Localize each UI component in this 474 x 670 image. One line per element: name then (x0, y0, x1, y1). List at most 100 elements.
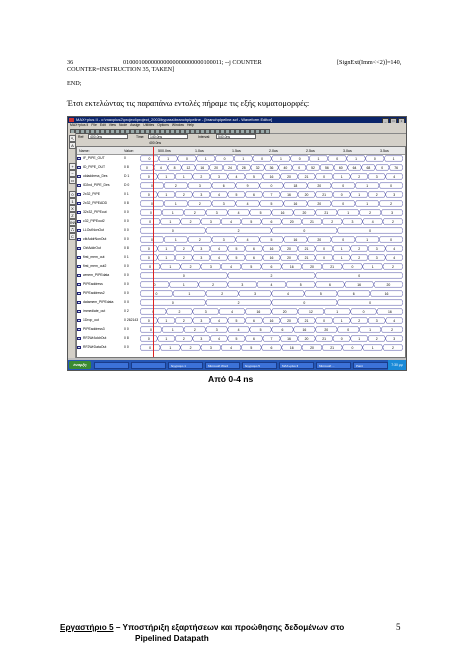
signal-row[interactable]: PIPEaddress3 0 0 0 1 2 3 4 5 6 16 20 0 1 2 (77, 326, 405, 333)
count-icon[interactable]: C (69, 233, 76, 240)
text-tool-icon[interactable]: A (69, 142, 76, 149)
taskbar-task[interactable]: Έγγραφο 5 (242, 361, 277, 369)
signal-row[interactable]: immediate_out0 202341620121016 (77, 308, 405, 315)
signal-row[interactable]: RF2WrAddrOut 0 8 0 1 2 3 4 5 6 7 16 20 21 0 1 2 3 (77, 335, 405, 342)
signal-row[interactable]: oldaddress_Des D 1 0 1 1 2 3 4 5 16 20 21 0 1 2 3 4 (77, 173, 405, 180)
bus-value-label: 6 (271, 220, 273, 224)
bus-value-label: 20 (283, 310, 287, 314)
signal-row[interactable]: first_mem_out 0 1 0 1 2 3 4 5 6 16 20 21 0 1 2 3 4 (77, 254, 405, 261)
code-end: END; (67, 79, 82, 87)
signal-row[interactable]: ID2nd_PIPE_Des D 0 0 2 3 6 9 0 18 20 0 1 0 (77, 182, 405, 189)
bus-value-label: 2 (194, 211, 196, 215)
bus-value-label: 0 (149, 346, 151, 350)
signal-row[interactable]: LLOutNonOut 0 0 0 2 0 0 (77, 227, 405, 234)
signal-row[interactable]: c32_PIPEout2 0 0 0 1 2 3 4 5 6 20 21 2 3 4 2 (77, 218, 405, 225)
zoom-out-icon[interactable]: − (69, 170, 76, 177)
signal-row[interactable]: 1Drop_out 0 262143 0 1 2 3 4 5 6 16 20 21 0 1 2 3 4 (77, 317, 405, 324)
signal-row[interactable]: PIPEaddress 0 0 0 1 2 3 4 5 6 16 20 (77, 281, 405, 288)
taskbar-task[interactable] (94, 361, 129, 369)
bus-value-label: 1 (175, 202, 177, 206)
bus-value-label: 21 (322, 193, 326, 197)
signal-row[interactable]: 32x32_PIPEout 0 0 0 1 2 3 4 5 16 20 21 1 2 3 (77, 209, 405, 216)
signal-value: 0 262143 (124, 318, 138, 322)
bus-value-label: 0 (351, 265, 353, 269)
window-title: MAX+plus II - c:\maxplus2\project\projec… (76, 117, 273, 122)
bus-value-label: 0 (154, 283, 156, 287)
reference-cursor-line[interactable] (153, 147, 154, 357)
bus-value-label: 5 (235, 247, 237, 251)
taskbar-task[interactable]: Microsoft ... (316, 361, 351, 369)
bus-value-label: 6 (253, 337, 255, 341)
taskbar-task[interactable] (131, 361, 166, 369)
bus-value-label: 20 (287, 319, 291, 323)
waveform-header: Name: Value: 500.0ns 1.0us 1.5us 2.0us 2.5us… (77, 147, 405, 155)
pointer-tool-icon[interactable]: ↖ (69, 135, 76, 142)
signal-value: 0 0 (124, 327, 129, 331)
undefined-icon[interactable]: X (69, 205, 76, 212)
ref-field[interactable]: 400.0ns (88, 134, 128, 139)
signal-waveform: 0 1 2 3 4 5 6 16 20 21 0 1 2 3 4 (140, 245, 403, 252)
time-field[interactable]: 140.0ns (148, 134, 188, 139)
time-tick: 2.5us (306, 148, 315, 153)
signal-row[interactable]: IF_PIPE_OUT 0 0 1 0 1 0 1 0 1 0 1 0 1 0 1 (77, 155, 405, 162)
bus-value-label: 16 (287, 193, 291, 197)
high-icon[interactable]: 1 (69, 198, 76, 205)
bus-value-label: 0 (323, 247, 325, 251)
signal-row[interactable]: first_mem_out2 0 0 0 1 2 3 4 5 6 16 20 21 0 1 2 (77, 263, 405, 270)
signal-name: LLOutNonOut (83, 228, 104, 232)
clock-icon[interactable]: ⎍ (69, 226, 76, 233)
bus-node-icon (77, 337, 81, 340)
signal-waveform: 0 1 1 2 3 4 5 16 20 21 0 1 2 3 4 (140, 173, 403, 180)
signal-name: RF2WrAddrOut (83, 336, 107, 340)
highz-icon[interactable]: Z (69, 212, 76, 219)
bus-value-label: 2 (391, 328, 393, 332)
bus-value-label: 6 (253, 247, 255, 251)
bus-value-label: 20 (302, 211, 306, 215)
signal-row[interactable]: ctlrAddrNonOut 0 0 0 1 2 3 4 5 16 20 0 1 0 (77, 236, 405, 243)
interval-field[interactable]: 540.0ns (216, 134, 256, 139)
bus-value-label: 5 (253, 175, 255, 179)
bus-value-label: 16 (290, 265, 294, 269)
taskbar-task[interactable]: MAX+plus II (279, 361, 314, 369)
bus-value-label: 3 (393, 193, 395, 197)
bus-value-label: 1 (372, 265, 374, 269)
bus-value-label: 6 (253, 256, 255, 260)
reference-row: Ref: 400.0ns Time: 140.0ns Interval: 540… (76, 134, 406, 146)
bus-value-label: 56 (325, 166, 329, 170)
bus-value-label: 0 (172, 229, 174, 233)
signal-value: 0 8 (124, 246, 129, 250)
bus-value-label: 4 (238, 211, 240, 215)
signal-row[interactable]: PIPEaddress2 0 0 0 1 2 3 4 5 6 16 (77, 290, 405, 297)
bus-value-label: 1 (336, 310, 338, 314)
start-button[interactable]: έναρξη (69, 361, 91, 369)
signal-name: ID2nd_PIPE_Des (83, 183, 110, 187)
signal-row[interactable]: ID_PIPE_OUT 0 8 0 4 8 12 16 20 24 28 32 36 40 0 52 56 60… (77, 164, 405, 171)
bus-value-label: 1 (165, 256, 167, 260)
low-icon[interactable]: 0 (69, 191, 76, 198)
bus-node-icon (77, 175, 81, 178)
taskbar-task[interactable]: Paint (353, 361, 388, 369)
bus-value-label: 5 (235, 319, 237, 323)
signal-row[interactable]: CtrlAddrOut 0 8 0 1 2 3 4 5 6 16 20 21 0 1 2 3 4 (77, 245, 405, 252)
bus-value-label: 0 (150, 328, 152, 332)
bus-value-label: 6 (223, 184, 225, 188)
signal-name: PIPEaddress3 (83, 327, 105, 331)
invert-icon[interactable]: INV (69, 219, 77, 226)
signal-row[interactable]: 2x32_PIPEADD 0 8 0 1 2 3 4 5 16 20 0 1 2 (77, 200, 405, 207)
bus-value-label: 2 (392, 265, 394, 269)
waveform-area[interactable]: Name: Value: 500.0ns 1.0us 1.5us 2.0us 2.5us… (76, 146, 406, 358)
time-tick: 2.0us (269, 148, 278, 153)
zoom-in-icon[interactable]: + (69, 163, 76, 170)
signal-name: ID_PIPE_OUT (83, 165, 106, 169)
bus-value-label: 20 (305, 193, 309, 197)
bus-value-label: 5 (271, 238, 273, 242)
taskbar-task[interactable]: Έγγραφο 1 (168, 361, 203, 369)
taskbar-task[interactable]: Microsoft Word (205, 361, 240, 369)
bus-value-label: 1 (341, 256, 343, 260)
bus-value-label: 16 (287, 337, 291, 341)
signal-row[interactable]: datamem_PIPEdata 0 X 0 2 0 0 (77, 299, 405, 306)
signal-row[interactable]: wmem_PIPEdata 0 0 0 2 0 (77, 272, 405, 279)
signal-row[interactable]: 2x32_PIPE 0 1 0 1 2 3 4 5 6 7 16 20 21 0 1 2 3 (77, 191, 405, 198)
fit-icon[interactable]: ▭ (69, 177, 76, 184)
signal-row[interactable]: RF2WrDataOut 0 0 0 1 2 3 4 5 6 16 20 21 0 1 2 (77, 344, 405, 351)
